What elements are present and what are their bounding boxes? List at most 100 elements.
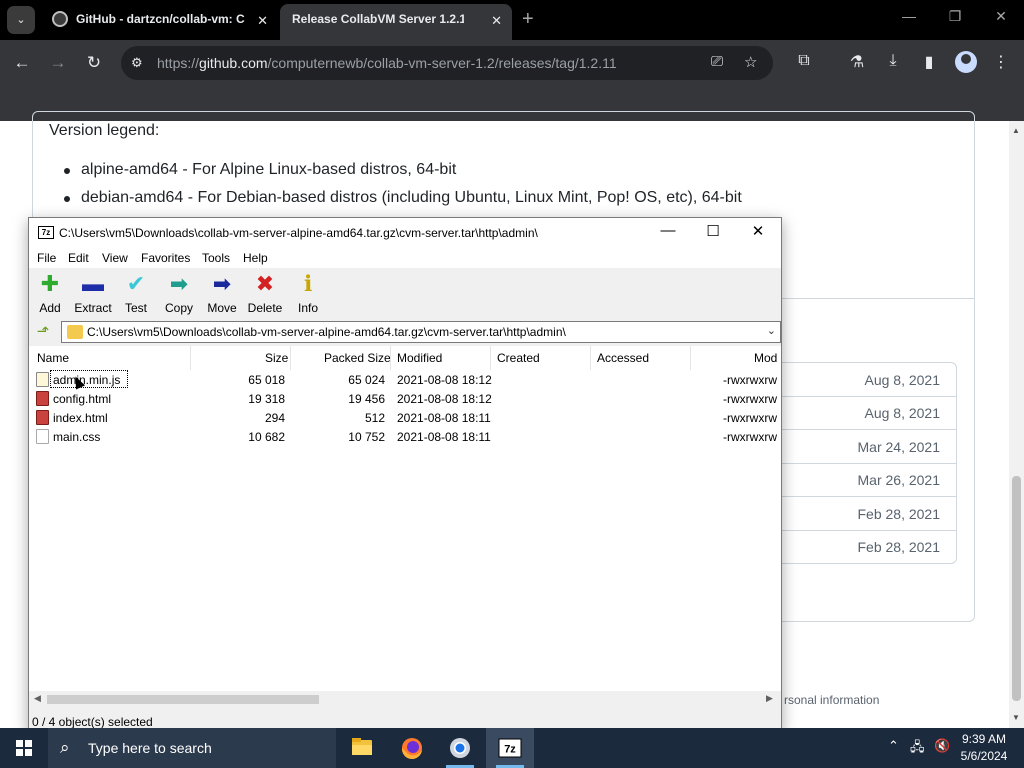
close-window-button[interactable]: ✕: [986, 8, 1016, 25]
taskbar-file-explorer[interactable]: [338, 728, 386, 768]
add-button[interactable]: ✚ Add: [28, 271, 72, 315]
table-row[interactable]: admin.min.js 65 018 65 024 2021-08-08 18…: [29, 370, 781, 390]
tab-search-button[interactable]: ⌄: [7, 6, 35, 34]
delete-button[interactable]: ✖ Delete: [243, 271, 287, 315]
column-accessed[interactable]: Accessed: [597, 351, 649, 365]
show-hidden-icons-icon[interactable]: ⌃: [888, 738, 899, 754]
column-divider[interactable]: [290, 346, 291, 370]
minimize-button[interactable]: —: [894, 8, 924, 24]
close-button[interactable]: ✕: [743, 222, 773, 240]
star-icon[interactable]: ☆: [744, 53, 757, 71]
divider: [757, 530, 956, 531]
file-list[interactable]: Name Size Packed Size Modified Created A…: [29, 346, 781, 691]
test-icon: ✔: [126, 271, 146, 296]
menu-icon[interactable]: ⋮: [990, 52, 1012, 72]
new-tab-button[interactable]: +: [522, 9, 534, 29]
side-panel-icon[interactable]: ▮: [918, 52, 940, 72]
up-folder-icon[interactable]: ⬏: [34, 323, 52, 341]
info-button[interactable]: ℹ Info: [286, 271, 330, 315]
scrollbar-thumb[interactable]: [47, 695, 319, 704]
table-row[interactable]: index.html 294 512 2021-08-08 18:11 -rwx…: [29, 408, 781, 427]
tab-github-dartzcn[interactable]: GitHub - dartzcn/collab-vm: C ✕: [40, 4, 278, 40]
delete-label: Delete: [247, 301, 283, 315]
chevron-down-icon[interactable]: ⌄: [767, 324, 776, 337]
site-settings-icon[interactable]: ⚙: [131, 55, 143, 71]
scroll-right-icon[interactable]: ▶: [766, 693, 773, 704]
divider: [757, 463, 956, 464]
file-modified: 2021-08-08 18:11: [397, 411, 491, 425]
maximize-button[interactable]: ☐: [698, 222, 728, 240]
menu-favorites[interactable]: Favorites: [141, 251, 190, 265]
footer-privacy-link[interactable]: rsonal information: [784, 693, 879, 707]
scroll-up-icon[interactable]: ▲: [1012, 126, 1020, 135]
scroll-down-icon[interactable]: ▼: [1012, 713, 1020, 722]
column-name[interactable]: Name: [37, 351, 69, 365]
close-icon[interactable]: ✕: [257, 4, 268, 37]
restore-button[interactable]: ❐: [940, 8, 970, 25]
menu-file[interactable]: File: [37, 251, 56, 265]
scroll-left-icon[interactable]: ◀: [34, 693, 41, 704]
table-row[interactable]: config.html 19 318 19 456 2021-08-08 18:…: [29, 389, 781, 408]
test-label: Test: [124, 301, 147, 315]
taskbar-search[interactable]: ⌕ Type here to search: [48, 728, 336, 768]
column-mode[interactable]: Mod: [754, 351, 777, 365]
start-button[interactable]: [0, 728, 48, 768]
clock-time[interactable]: 9:39 AM: [958, 732, 1010, 746]
column-created[interactable]: Created: [497, 351, 540, 365]
column-divider[interactable]: [190, 346, 191, 370]
menu-edit[interactable]: Edit: [68, 251, 89, 265]
taskbar-firefox[interactable]: [388, 728, 436, 768]
menu-help[interactable]: Help: [243, 251, 268, 265]
column-divider[interactable]: [590, 346, 591, 370]
7zip-titlebar[interactable]: 7z C:\Users\vm5\Downloads\collab-vm-serv…: [29, 218, 781, 248]
copy-label: Copy: [164, 301, 193, 315]
scrollbar-thumb[interactable]: [1012, 476, 1021, 701]
forward-icon[interactable]: →: [46, 52, 70, 74]
column-modified[interactable]: Modified: [397, 351, 442, 365]
minimize-button[interactable]: —: [653, 222, 683, 239]
labs-icon[interactable]: ⚗: [846, 52, 868, 72]
horizontal-scrollbar[interactable]: ◀ ▶: [29, 691, 781, 708]
add-icon: ✚: [40, 271, 60, 296]
volume-muted-icon[interactable]: 🔇: [934, 738, 950, 754]
table-row[interactable]: main.css 10 682 10 752 2021-08-08 18:11 …: [29, 427, 781, 446]
test-button[interactable]: ✔ Test: [114, 271, 158, 315]
copy-icon: ➡: [169, 271, 189, 296]
extract-icon: ▬: [82, 271, 104, 296]
page-scrollbar[interactable]: ▲ ▼: [1009, 121, 1024, 728]
install-app-icon[interactable]: ⎚: [711, 53, 723, 70]
taskbar-chrome[interactable]: [436, 728, 484, 768]
column-divider[interactable]: [690, 346, 691, 370]
network-icon[interactable]: 🖧: [910, 738, 925, 760]
move-button[interactable]: ➡ Move: [200, 271, 244, 315]
copy-button[interactable]: ➡ Copy: [157, 271, 201, 315]
menu-tools[interactable]: Tools: [202, 251, 230, 265]
divider: [757, 429, 956, 430]
taskbar-7zip[interactable]: 7z: [486, 728, 534, 768]
column-size[interactable]: Size: [265, 351, 288, 365]
file-mode: -rwxrwxrw: [723, 430, 777, 444]
download-icon[interactable]: ⤓: [882, 52, 904, 70]
reload-icon[interactable]: ↻: [82, 52, 106, 74]
back-icon[interactable]: ←: [10, 52, 34, 74]
column-divider[interactable]: [490, 346, 491, 370]
column-divider[interactable]: [390, 346, 391, 370]
path-combobox[interactable]: C:\Users\vm5\Downloads\collab-vm-server-…: [61, 321, 781, 343]
extract-button[interactable]: ▬ Extract: [71, 271, 115, 315]
menu-view[interactable]: View: [102, 251, 128, 265]
profile-icon[interactable]: [955, 51, 977, 73]
extensions-icon[interactable]: ⧉: [793, 52, 815, 70]
bullet: [64, 168, 70, 174]
divider: [757, 396, 956, 397]
github-favicon-icon: [52, 11, 68, 28]
close-icon[interactable]: ✕: [491, 4, 502, 37]
column-packed-size[interactable]: Packed Size: [324, 351, 391, 365]
browser-tabstrip: ⌄ GitHub - dartzcn/collab-vm: C ✕ Releas…: [0, 0, 1024, 40]
clock-date[interactable]: 5/6/2024: [958, 749, 1010, 763]
path-text: C:\Users\vm5\Downloads\collab-vm-server-…: [87, 325, 566, 339]
address-bar[interactable]: ⚙ https://github.com/computernewb/collab…: [121, 46, 773, 80]
url-text[interactable]: https://github.com/computernewb/collab-v…: [157, 55, 617, 71]
file-name: index.html: [53, 411, 108, 425]
file-packed-size: 65 024: [348, 373, 385, 387]
tab-release-collabvm[interactable]: Release CollabVM Server 1.2.11 ✕: [280, 4, 512, 40]
